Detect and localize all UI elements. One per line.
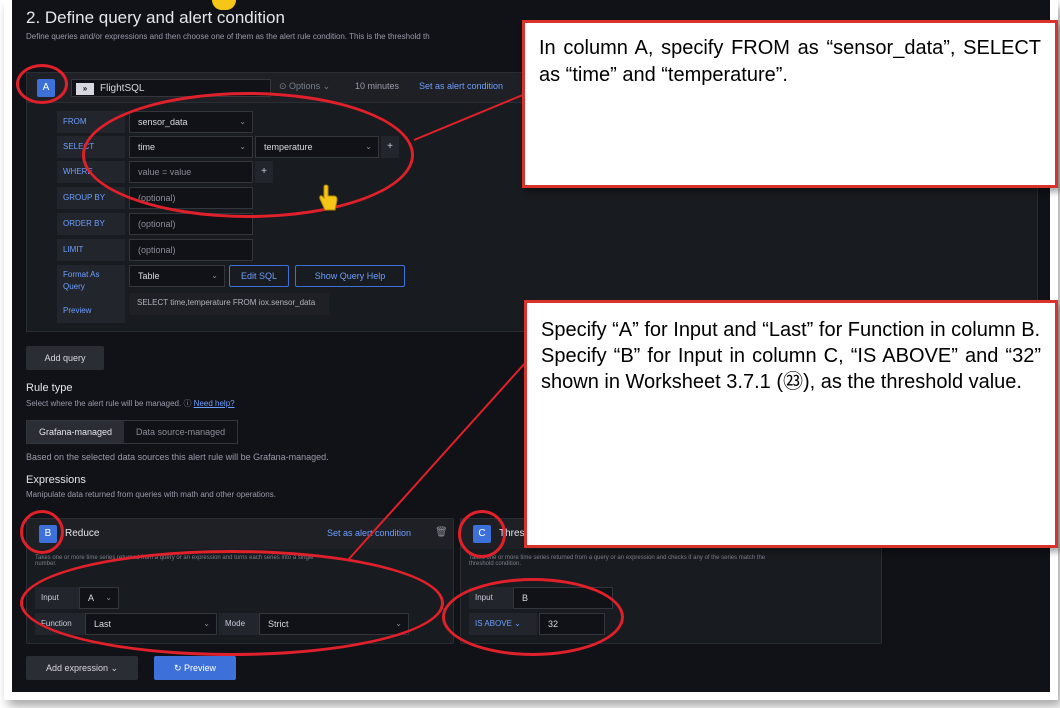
callout-box-2: Specify “A” for Input and “Last” for Fun… [524,300,1058,548]
callout-1-text: In column A, specify FROM as “sensor_dat… [539,37,1041,86]
annotation-line-2 [347,361,527,561]
hand-cursor-icon [319,184,338,211]
callout-box-1: In column A, specify FROM as “sensor_dat… [522,20,1058,188]
annotation-line-1 [413,91,531,141]
callout-2-text-b: Specify “B” for Input in column C, “IS A… [541,345,1041,393]
callout-2-text-a: Specify “A” for Input and “Last” for Fun… [541,319,1041,341]
